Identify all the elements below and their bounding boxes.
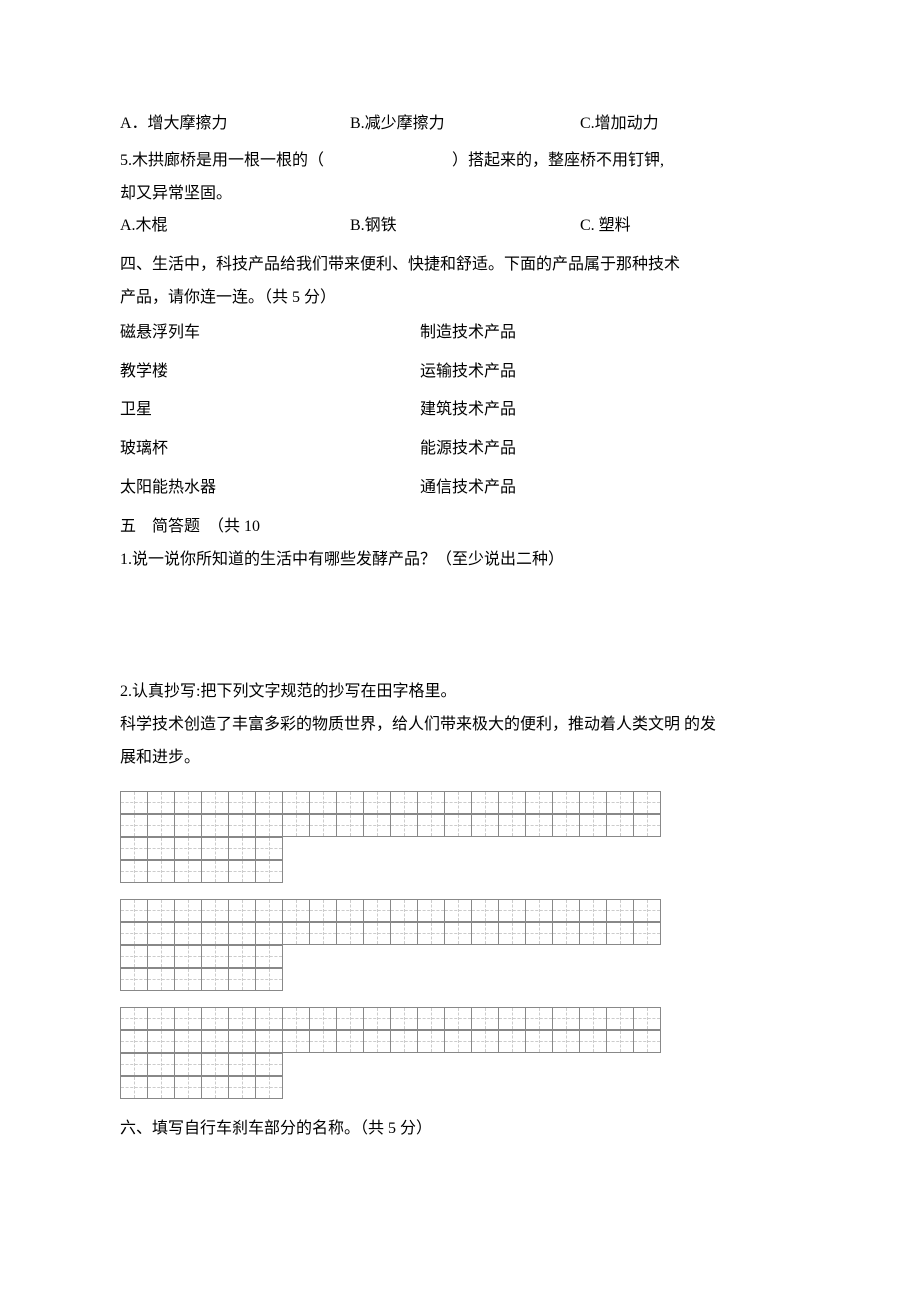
matching-right-item: 制造技术产品 <box>420 319 800 348</box>
section4-title-l1: 四、生活中，科技产品给我们带来便利、快捷和舒适。下面的产品属于那种技术 <box>120 251 800 280</box>
matching-right-item: 能源技术产品 <box>420 435 800 464</box>
matching-row: 玻璃杯 能源技术产品 <box>120 435 800 464</box>
grid-row <box>120 814 661 837</box>
grid-row <box>120 968 283 991</box>
matching-row: 磁悬浮列车 制造技术产品 <box>120 319 800 348</box>
grid-row <box>120 899 661 922</box>
matching-right-item: 通信技术产品 <box>420 474 800 503</box>
grid-row <box>120 1053 283 1076</box>
q4-option-c: C.增加动力 <box>580 110 800 139</box>
matching-container: 磁悬浮列车 制造技术产品 教学楼 运输技术产品 卫星 建筑技术产品 玻璃杯 能源… <box>120 319 800 503</box>
section5-q2-text-l1: 科学技术创造了丰富多彩的物质世界，给人们带来极大的便利，推动着人类文明 的发 <box>120 711 800 740</box>
matching-left-item: 教学楼 <box>120 358 420 387</box>
q4-option-a: A．增大摩擦力 <box>120 110 350 139</box>
section5-q2-title: 2.认真抄写:把下列文字规范的抄写在田字格里。 <box>120 678 800 707</box>
matching-left-item: 磁悬浮列车 <box>120 319 420 348</box>
section5-q2-text-l2: 展和进步。 <box>120 744 800 773</box>
grid-block <box>120 1007 800 1099</box>
q4-option-b: B.减少摩擦力 <box>350 110 580 139</box>
q5-text-line2: 却又异常坚固。 <box>120 180 800 209</box>
grid-row <box>120 945 283 968</box>
matching-right-item: 运输技术产品 <box>420 358 800 387</box>
grid-block <box>120 791 800 883</box>
matching-row: 卫星 建筑技术产品 <box>120 396 800 425</box>
matching-row: 教学楼 运输技术产品 <box>120 358 800 387</box>
section5-q1: 1.说一说你所知道的生活中有哪些发酵产品？（至少说出二种） <box>120 546 800 575</box>
section4-title-l2: 产品，请你连一连。（共 5 分） <box>120 284 800 313</box>
grid-row <box>120 1030 661 1053</box>
q5-option-c: C. 塑料 <box>580 212 800 241</box>
matching-row: 太阳能热水器 通信技术产品 <box>120 474 800 503</box>
matching-left-item: 太阳能热水器 <box>120 474 420 503</box>
matching-left-item: 玻璃杯 <box>120 435 420 464</box>
q4-options: A．增大摩擦力 B.减少摩擦力 C.增加动力 <box>120 110 800 139</box>
grid-row <box>120 1076 283 1099</box>
grid-block <box>120 899 800 991</box>
section5-title: 五 简答题 （共 10 <box>120 513 800 542</box>
grid-row <box>120 922 661 945</box>
q5-options: A.木棍 B.钢铁 C. 塑料 <box>120 212 800 241</box>
q5-option-a: A.木棍 <box>120 212 350 241</box>
q5-option-b: B.钢铁 <box>350 212 580 241</box>
answer-space <box>120 578 800 678</box>
grid-row <box>120 791 661 814</box>
grid-row <box>120 1007 661 1030</box>
q5-text-line1: 5.木拱廊桥是用一根一根的（ ）搭起来的，整座桥不用钉钾, <box>120 147 800 176</box>
grid-row <box>120 860 283 883</box>
matching-right-item: 建筑技术产品 <box>420 396 800 425</box>
section6-title: 六、填写自行车刹车部分的名称。（共 5 分） <box>120 1115 800 1144</box>
tianzige-grid-section <box>120 791 800 1099</box>
grid-row <box>120 837 283 860</box>
matching-left-item: 卫星 <box>120 396 420 425</box>
